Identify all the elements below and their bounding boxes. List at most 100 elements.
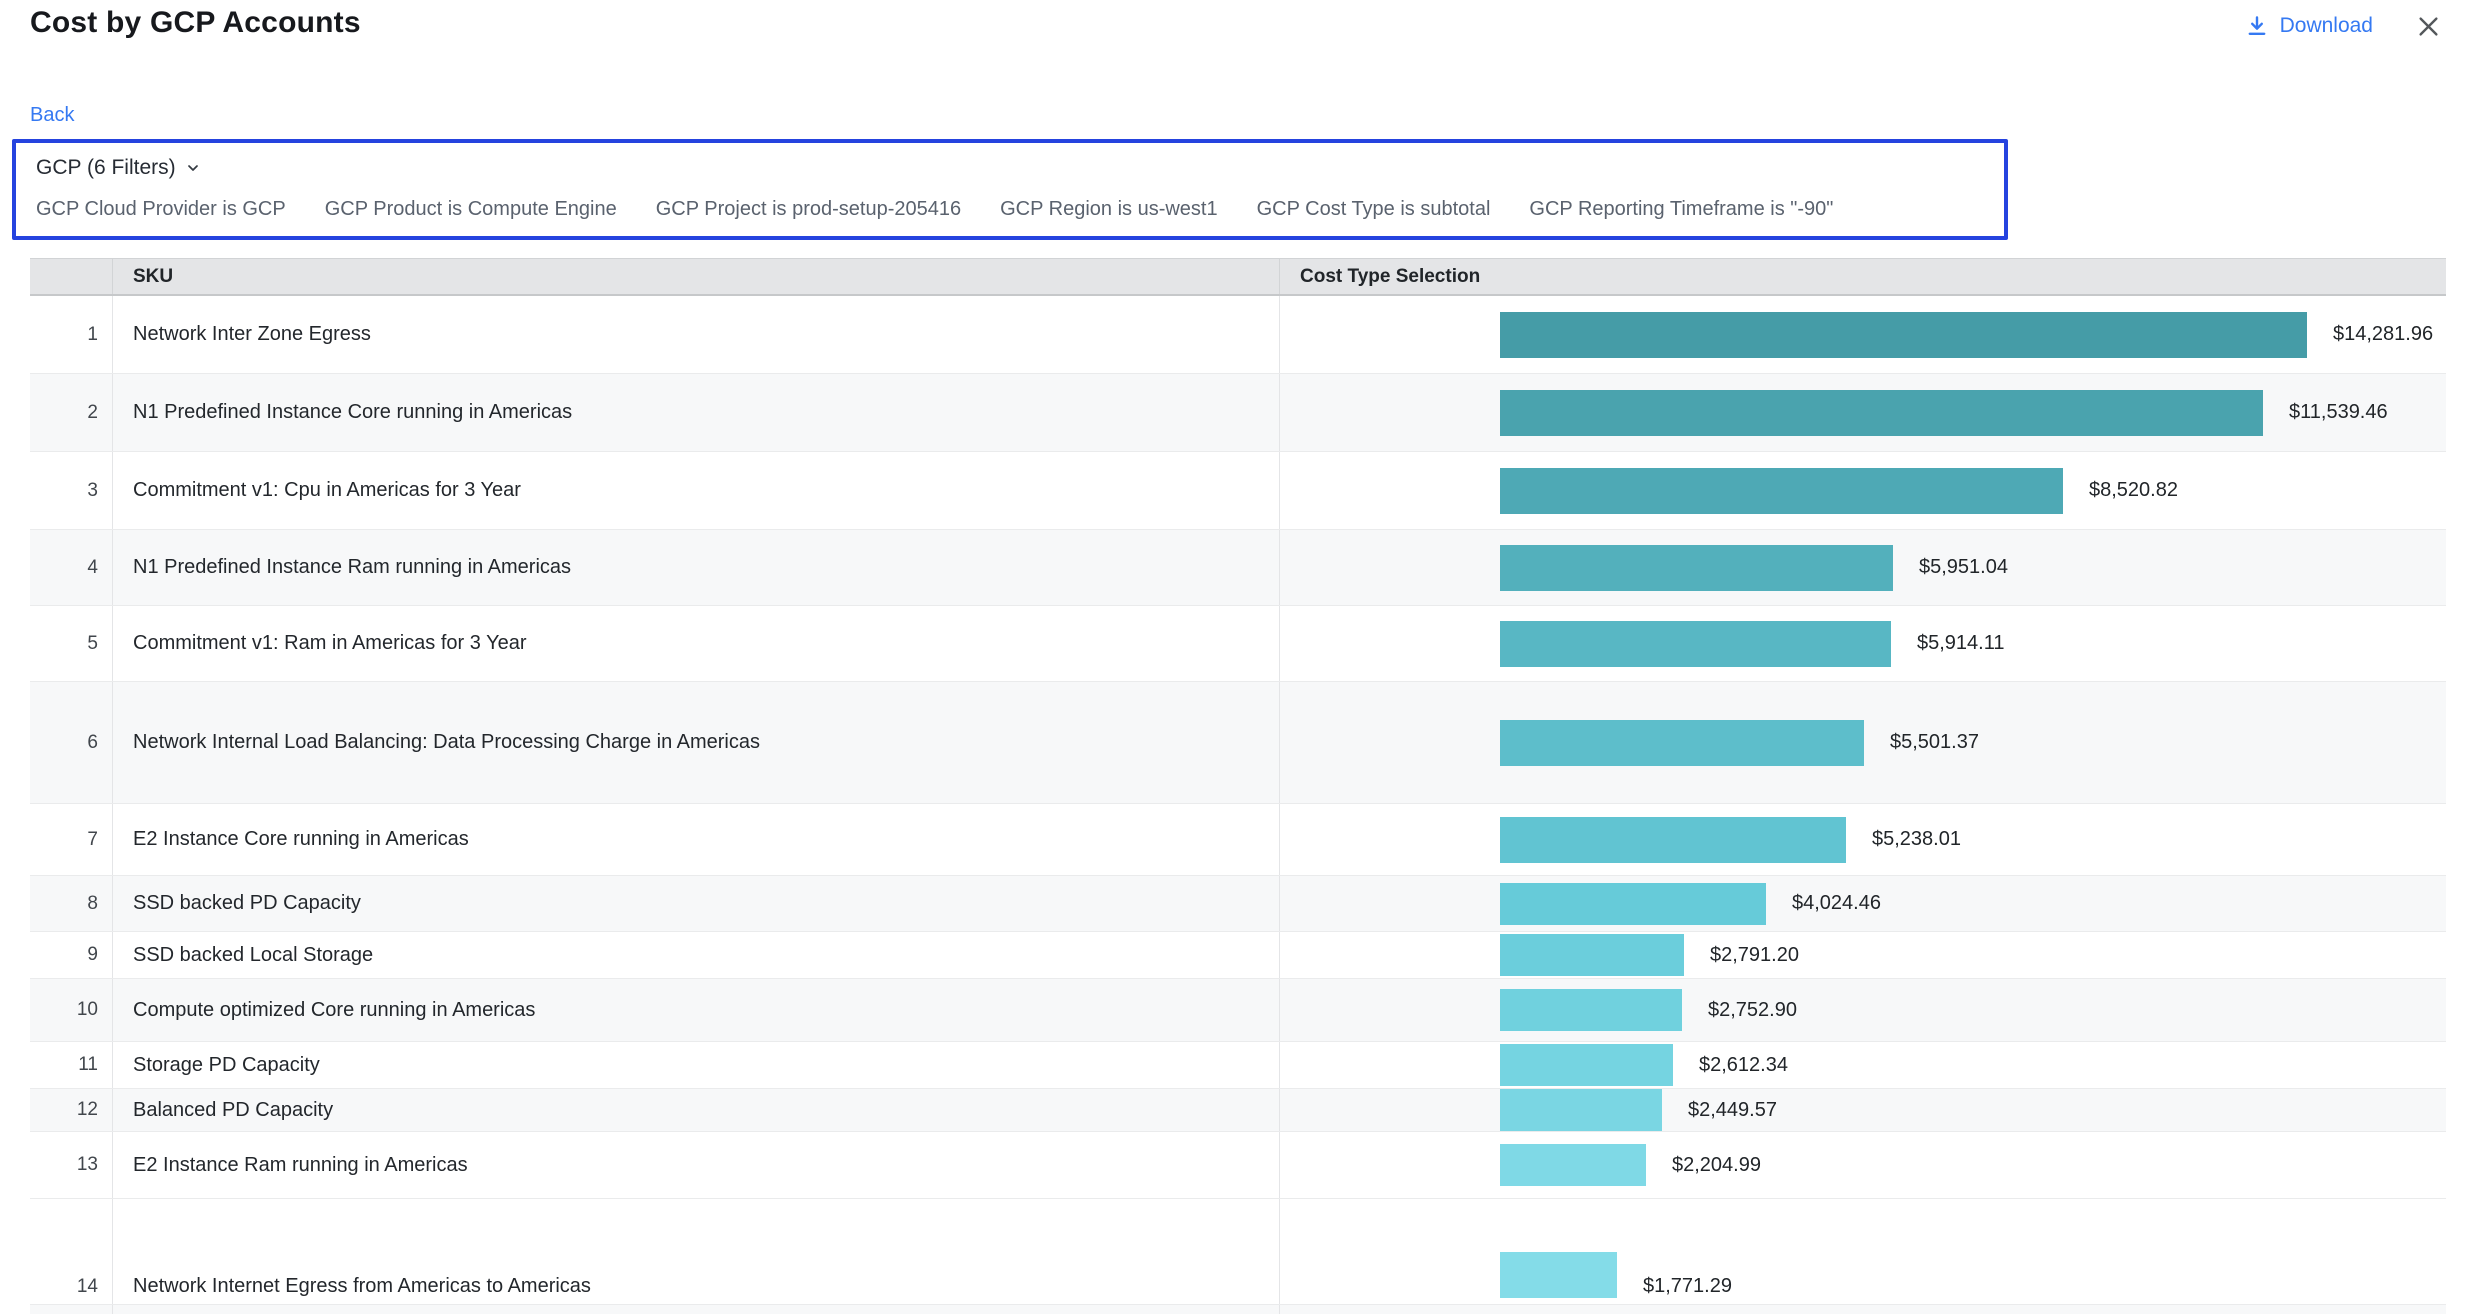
table-body: 1Network Inter Zone Egress$14,281.962N1 … <box>30 296 2446 1314</box>
sku-cell: Network Internet Egress from Americas to… <box>112 1199 1279 1304</box>
rank-column-header <box>30 259 112 294</box>
sku-cell: E2 Instance Ram running in Americas <box>112 1132 1279 1198</box>
close-icon <box>2415 13 2442 40</box>
cost-cell: $2,449.57 <box>1279 1089 2446 1131</box>
filter-summary-label: GCP (6 Filters) <box>36 154 176 181</box>
row-rank: 14 <box>30 1199 112 1304</box>
back-link[interactable]: Back <box>30 102 74 128</box>
sku-cell <box>112 1305 1279 1314</box>
download-button[interactable]: Download <box>2245 14 2373 38</box>
table-row <box>30 1305 2446 1314</box>
cost-cell: $4,024.46 <box>1279 876 2446 931</box>
row-rank: 12 <box>30 1089 112 1131</box>
table-row: 12Balanced PD Capacity$2,449.57 <box>30 1089 2446 1132</box>
filter-chip[interactable]: GCP Cloud Provider is GCP <box>36 196 286 222</box>
cost-value: $14,281.96 <box>2333 323 2433 346</box>
table-row: 1Network Inter Zone Egress$14,281.96 <box>30 296 2446 374</box>
chevron-down-icon <box>185 160 201 176</box>
table-row: 4N1 Predefined Instance Ram running in A… <box>30 530 2446 606</box>
cost-bar <box>1500 1144 1646 1186</box>
filter-chip[interactable]: GCP Project is prod-setup-205416 <box>656 196 961 222</box>
cost-bar <box>1500 720 1864 766</box>
table-row: 9SSD backed Local Storage$2,791.20 <box>30 932 2446 979</box>
cost-value: $5,501.37 <box>1890 731 1979 754</box>
cost-cell: $8,520.82 <box>1279 452 2446 529</box>
top-actions: Download <box>2245 6 2442 46</box>
filter-chip[interactable]: GCP Product is Compute Engine <box>325 196 617 222</box>
cost-bar <box>1500 390 2263 436</box>
row-rank: 11 <box>30 1042 112 1088</box>
cost-value: $5,951.04 <box>1919 556 2008 579</box>
cost-value: $1,771.29 <box>1643 1275 1732 1298</box>
cost-bar <box>1500 883 1766 925</box>
page-title: Cost by GCP Accounts <box>30 2 361 44</box>
cost-bar <box>1500 817 1846 863</box>
cost-cell: $2,752.90 <box>1279 979 2446 1041</box>
sku-cell: SSD backed Local Storage <box>112 932 1279 978</box>
cost-cell: $5,501.37 <box>1279 682 2446 803</box>
cost-cell: $2,204.99 <box>1279 1132 2446 1198</box>
table-row: 2N1 Predefined Instance Core running in … <box>30 374 2446 452</box>
cost-value: $8,520.82 <box>2089 479 2178 502</box>
cost-bar <box>1500 934 1684 976</box>
cost-by-gcp-accounts-modal: Cost by GCP Accounts Download Back GCP (… <box>0 0 2476 1314</box>
table-row: 8SSD backed PD Capacity $4,024.46 <box>30 876 2446 932</box>
filter-chip-list: GCP Cloud Provider is GCP GCP Product is … <box>36 196 1990 222</box>
table-row: 7E2 Instance Core running in Americas $5,… <box>30 804 2446 876</box>
cost-cell: $1,771.29 <box>1279 1199 2446 1304</box>
cost-bar <box>1500 989 1682 1031</box>
row-rank: 9 <box>30 932 112 978</box>
cost-cell <box>1279 1305 2446 1314</box>
sku-cell: Network Internal Load Balancing: Data Pr… <box>112 682 1279 803</box>
row-rank: 10 <box>30 979 112 1041</box>
row-rank: 8 <box>30 876 112 931</box>
cost-value: $5,914.11 <box>1917 632 2005 655</box>
cost-cell: $2,612.34 <box>1279 1042 2446 1088</box>
row-rank: 4 <box>30 530 112 605</box>
cost-cell: $14,281.96 <box>1279 296 2446 373</box>
row-rank: 7 <box>30 804 112 875</box>
cost-cell: $5,951.04 <box>1279 530 2446 605</box>
sku-cell: SSD backed PD Capacity <box>112 876 1279 931</box>
row-rank: 6 <box>30 682 112 803</box>
table-row: 11Storage PD Capacity $2,612.34 <box>30 1042 2446 1089</box>
cost-value: $4,024.46 <box>1792 892 1881 915</box>
cost-value: $2,752.90 <box>1708 999 1797 1022</box>
cost-bar <box>1500 468 2063 514</box>
cost-cell: $5,238.01 <box>1279 804 2446 875</box>
cost-value: $11,539.46 <box>2289 401 2388 424</box>
close-button[interactable] <box>2415 13 2442 40</box>
row-rank: 13 <box>30 1132 112 1198</box>
cost-value: $2,204.99 <box>1672 1154 1761 1177</box>
row-rank: 5 <box>30 606 112 681</box>
sku-cell: Storage PD Capacity <box>112 1042 1279 1088</box>
table-header-row: SKU Cost Type Selection <box>30 258 2446 296</box>
table-row: 3Commitment v1: Cpu in Americas for 3 Ye… <box>30 452 2446 530</box>
cost-value: $2,449.57 <box>1688 1099 1777 1122</box>
row-rank: 2 <box>30 374 112 451</box>
table-row: 10Compute optimized Core running in Amer… <box>30 979 2446 1042</box>
table-row: 13E2 Instance Ram running in Americas $2,… <box>30 1132 2446 1199</box>
cost-type-column-header: Cost Type Selection <box>1279 259 2446 294</box>
sku-cell: Compute optimized Core running in Americ… <box>112 979 1279 1041</box>
cost-value: $5,238.01 <box>1872 828 1961 851</box>
cost-bar <box>1500 1089 1662 1131</box>
filter-chip[interactable]: GCP Region is us-west1 <box>1000 196 1218 222</box>
cost-bar <box>1500 1044 1673 1086</box>
sku-cell: Commitment v1: Cpu in Americas for 3 Yea… <box>112 452 1279 529</box>
sku-cell: N1 Predefined Instance Ram running in Am… <box>112 530 1279 605</box>
row-rank: 3 <box>30 452 112 529</box>
table-row: 6Network Internal Load Balancing: Data P… <box>30 682 2446 804</box>
cost-value: $2,612.34 <box>1699 1054 1788 1077</box>
cost-table: SKU Cost Type Selection 1Network Inter Z… <box>30 258 2446 1314</box>
filter-chip[interactable]: GCP Cost Type is subtotal <box>1257 196 1491 222</box>
download-label: Download <box>2280 14 2373 38</box>
sku-cell: Commitment v1: Ram in Americas for 3 Yea… <box>112 606 1279 681</box>
row-rank <box>30 1305 112 1314</box>
row-rank: 1 <box>30 296 112 373</box>
filter-chip[interactable]: GCP Reporting Timeframe is "-90" <box>1529 196 1833 222</box>
filter-group-dropdown[interactable]: GCP (6 Filters) <box>36 154 201 181</box>
sku-cell: E2 Instance Core running in Americas <box>112 804 1279 875</box>
cost-bar <box>1500 1252 1617 1298</box>
table-row: 14Network Internet Egress from Americas … <box>30 1199 2446 1305</box>
